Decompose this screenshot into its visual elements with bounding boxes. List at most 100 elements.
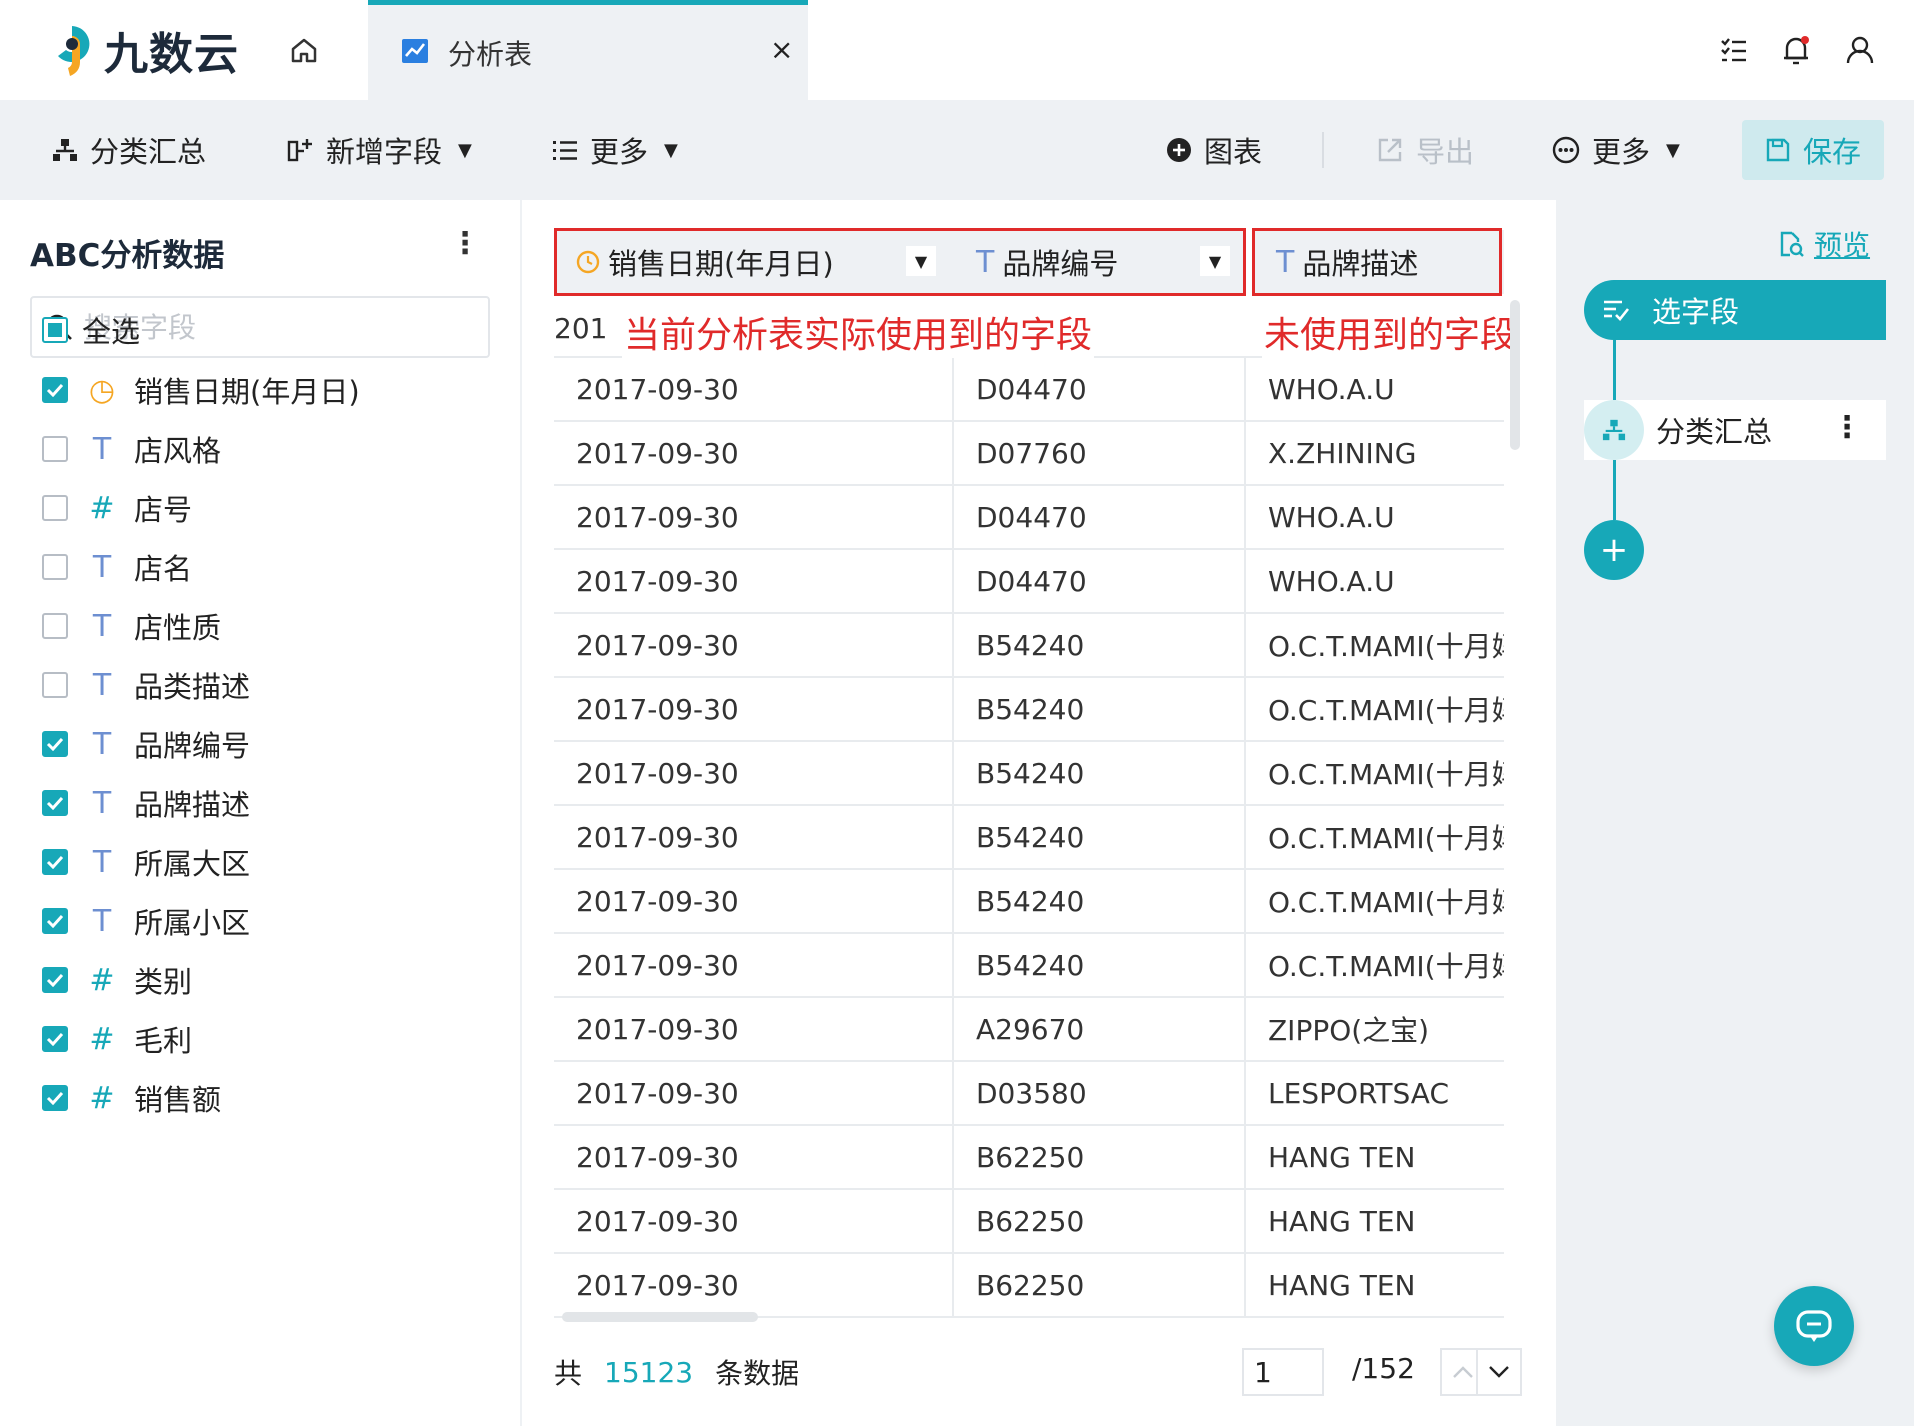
chat-icon bbox=[1796, 1310, 1832, 1342]
checkbox[interactable] bbox=[42, 1026, 68, 1052]
select-all-checkbox[interactable]: 全选 bbox=[42, 308, 140, 352]
table-row: 2017-09-30 B62250 HANG TEN bbox=[554, 1254, 1504, 1318]
add-field-button[interactable]: 新增字段 ▼ bbox=[286, 128, 472, 172]
more-circle-icon bbox=[1552, 136, 1580, 164]
checkbox[interactable] bbox=[42, 967, 68, 993]
checkbox[interactable] bbox=[42, 317, 68, 343]
search-input[interactable] bbox=[84, 308, 474, 346]
column-label: 品牌编号 bbox=[1002, 247, 1119, 281]
save-button[interactable]: 保存 bbox=[1742, 120, 1884, 180]
save-label: 保存 bbox=[1802, 135, 1861, 169]
number-type-icon: # bbox=[89, 962, 115, 998]
text-type-icon: T bbox=[92, 431, 112, 467]
table-cell: 2017-09-30 bbox=[554, 1190, 954, 1252]
field-item[interactable]: T 所属大区 bbox=[42, 840, 250, 884]
table-row: 2017-09-30 B62250 HANG TEN bbox=[554, 1126, 1504, 1190]
checkbox[interactable] bbox=[42, 672, 68, 698]
table-cell: 2017-09-30 bbox=[554, 358, 954, 420]
checkbox[interactable] bbox=[42, 377, 68, 403]
checkbox[interactable] bbox=[42, 849, 68, 875]
group-summary-button[interactable]: 分类汇总 bbox=[52, 128, 206, 172]
table-row: 2017-09-30B54240 O.C.T.MAMI(十月妈咪) bbox=[554, 870, 1504, 934]
table-row: 2017-09-30 D04470 WHO.A.U bbox=[554, 486, 1504, 550]
field-item[interactable]: # 销售额 bbox=[42, 1076, 221, 1120]
add-field-icon bbox=[287, 139, 312, 162]
preview-icon bbox=[1780, 231, 1804, 257]
export-button[interactable]: 导出 bbox=[1376, 128, 1474, 172]
page-down-button[interactable] bbox=[1476, 1348, 1522, 1396]
field-item[interactable]: T 品牌描述 bbox=[42, 781, 250, 825]
tab-analysis-table[interactable]: 分析表 × bbox=[368, 0, 808, 100]
checkbox[interactable] bbox=[42, 1085, 68, 1111]
logo-mark-icon bbox=[58, 26, 90, 76]
text-type-icon: T bbox=[92, 549, 112, 585]
table-row: 2017-09-30B54240 O.C.T.MAMI(十月妈咪) bbox=[554, 678, 1504, 742]
add-step-button[interactable]: + bbox=[1584, 520, 1644, 580]
count-suffix: 条数据 bbox=[715, 1357, 800, 1390]
field-item[interactable]: ◷ 销售日期(年月日) bbox=[42, 368, 360, 412]
table-cell: 2017-09-30 bbox=[554, 678, 954, 740]
field-item[interactable]: T 店名 bbox=[42, 545, 192, 589]
checkbox[interactable] bbox=[42, 731, 68, 757]
tab-close-icon[interactable]: × bbox=[770, 33, 793, 66]
export-label: 导出 bbox=[1416, 135, 1475, 169]
field-label: 品牌编号 bbox=[134, 729, 251, 763]
field-item[interactable]: # 类别 bbox=[42, 958, 192, 1002]
horizontal-scrollbar[interactable] bbox=[562, 1312, 758, 1322]
more-left-button[interactable]: 更多 ▼ bbox=[552, 128, 678, 172]
more-right-button[interactable]: 更多 ▼ bbox=[1552, 128, 1680, 172]
notification-button[interactable] bbox=[1774, 28, 1818, 72]
step-group-summary[interactable]: 分类汇总 ⋮ bbox=[1584, 400, 1886, 460]
table-cell: B62250 bbox=[954, 1126, 1246, 1188]
table-row: 2017-09-30 D07760 X.ZHINING bbox=[554, 422, 1504, 486]
column-header-brand-desc[interactable]: T 品牌描述 bbox=[1246, 230, 1504, 294]
field-label: 所属小区 bbox=[134, 906, 251, 940]
export-icon bbox=[1378, 138, 1402, 162]
step-more-icon[interactable]: ⋮ bbox=[1832, 410, 1862, 445]
column-dropdown-icon[interactable]: ▼ bbox=[906, 246, 936, 276]
checkbox[interactable] bbox=[42, 908, 68, 934]
support-chat-button[interactable] bbox=[1774, 1286, 1854, 1366]
field-item[interactable]: T 店性质 bbox=[42, 604, 221, 648]
dataset-more-icon[interactable]: ⋮ bbox=[450, 226, 480, 261]
user-button[interactable] bbox=[1838, 28, 1882, 72]
hierarchy-icon bbox=[53, 139, 77, 161]
field-item[interactable]: # 毛利 bbox=[42, 1017, 192, 1061]
data-table: 销售日期(年月日) ▼ T 品牌编号 ▼ T 品牌描述 2017-09-30 D0… bbox=[554, 230, 1504, 1320]
field-item[interactable]: T 所属小区 bbox=[42, 899, 250, 943]
field-item[interactable]: # 店号 bbox=[42, 486, 192, 530]
field-panel: ABC分析数据 ⋮ 全选 ◷ 销售日期(年月日) T 店风格 # 店号 T 店名 T 店性质 T 品类描… bbox=[0, 200, 520, 1426]
save-icon bbox=[1766, 138, 1790, 162]
table-cell: A29670 bbox=[954, 998, 1246, 1060]
field-item[interactable]: T 品牌编号 bbox=[42, 722, 250, 766]
checkbox[interactable] bbox=[42, 554, 68, 580]
table-cell: B54240 bbox=[954, 678, 1246, 740]
checkbox[interactable] bbox=[42, 436, 68, 462]
table-cell: 2017-09-30 bbox=[554, 998, 954, 1060]
step-select-fields[interactable]: 选字段 bbox=[1584, 280, 1886, 340]
preview-link[interactable]: 预览 bbox=[1778, 224, 1870, 264]
task-list-button[interactable] bbox=[1712, 28, 1756, 72]
checkbox[interactable] bbox=[42, 613, 68, 639]
field-item[interactable]: T 店风格 bbox=[42, 427, 221, 471]
column-header-sales-date[interactable]: 销售日期(年月日) ▼ bbox=[554, 230, 954, 294]
table-cell: 2017-09-30 bbox=[554, 422, 954, 484]
home-button[interactable] bbox=[282, 30, 326, 70]
check-icon bbox=[46, 737, 64, 751]
step-panel: 预览 选字段 分类汇总 ⋮ + bbox=[1556, 200, 1914, 1426]
column-header-brand-code[interactable]: T 品牌编号 ▼ bbox=[954, 230, 1246, 294]
count-prefix: 共 bbox=[554, 1357, 583, 1390]
column-dropdown-icon[interactable]: ▼ bbox=[1200, 246, 1230, 276]
page-input[interactable]: 1 bbox=[1242, 1348, 1324, 1396]
add-chart-button[interactable]: 图表 bbox=[1166, 128, 1262, 172]
text-type-icon: T bbox=[92, 844, 112, 880]
table-row: 2017-09-30B54240 O.C.T.MAMI(十月妈咪) bbox=[554, 614, 1504, 678]
brand-logo[interactable]: 九数云 bbox=[50, 22, 239, 80]
table-row: 2017-09-30 D04470 WHO.A.U bbox=[554, 550, 1504, 614]
table-cell: 2017-09-30 bbox=[554, 550, 954, 612]
checkbox[interactable] bbox=[42, 495, 68, 521]
checkbox[interactable] bbox=[42, 790, 68, 816]
vertical-scrollbar[interactable] bbox=[1510, 300, 1520, 450]
table-row: 2017-09-30 A29670 ZIPPO(之宝) bbox=[554, 998, 1504, 1062]
field-item[interactable]: T 品类描述 bbox=[42, 663, 250, 707]
